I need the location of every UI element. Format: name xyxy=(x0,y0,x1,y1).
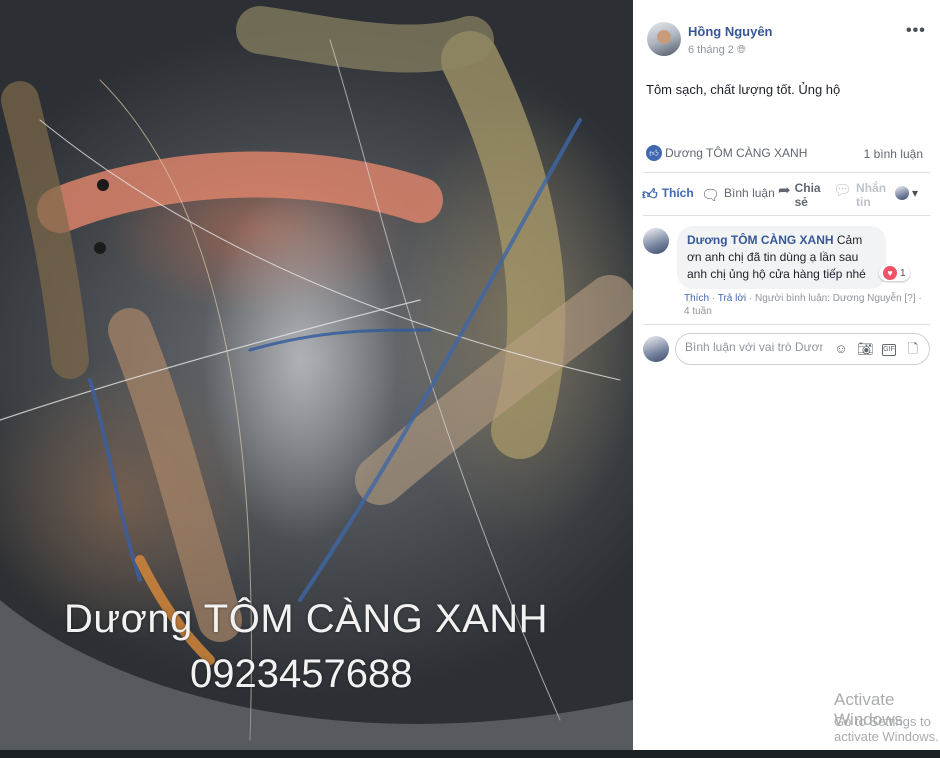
separator-dot: · xyxy=(709,293,718,304)
thumbs-up-icon: 👍︎ xyxy=(642,186,658,203)
comment-composer[interactable]: ☺ 📷︎ GIF 🗋 xyxy=(675,333,930,365)
comment-label: Bình luận xyxy=(724,186,775,200)
sticker-icon[interactable]: 🗋 xyxy=(905,341,921,357)
reaction-summary[interactable]: 👍︎ Dương TÔM CÀNG XANH xyxy=(646,145,807,161)
camera-icon[interactable]: 📷︎ xyxy=(857,341,874,357)
divider xyxy=(643,324,930,325)
comment-input[interactable] xyxy=(685,340,823,354)
commenter-avatar[interactable] xyxy=(643,228,669,254)
heart-icon: ♥ xyxy=(883,266,897,280)
author-avatar[interactable] xyxy=(647,22,681,56)
composer-avatar xyxy=(643,336,669,362)
post-photo[interactable]: Dương TÔM CÀNG XANH 0923457688 xyxy=(0,0,633,750)
commenter-info: Người bình luận: Dương Nguyễn xyxy=(755,293,902,304)
emoji-icon[interactable]: ☺ xyxy=(833,341,849,357)
help-link[interactable]: [?] xyxy=(902,293,915,304)
gif-icon[interactable]: GIF xyxy=(882,344,896,356)
watermark-shop-name: Dương TÔM CÀNG XANH xyxy=(64,597,549,641)
like-label: Thích xyxy=(661,186,694,200)
message-label-1: Nhắn xyxy=(856,181,887,195)
liked-by-text[interactable]: Dương TÔM CÀNG XANH xyxy=(665,146,807,160)
message-button[interactable]: 💬︎ Nhắn tin xyxy=(833,181,886,209)
page-selector-dropdown[interactable]: ▾ xyxy=(895,186,918,200)
chevron-down-icon: ▾ xyxy=(912,186,919,200)
post-author-name[interactable]: Hồng Nguyên xyxy=(688,24,773,39)
page-avatar-icon xyxy=(895,186,909,200)
speech-bubble-icon: 🗨︎ xyxy=(701,187,721,204)
activate-windows-subtitle: Go to Settings to activate Windows. xyxy=(834,714,939,744)
post-time[interactable]: 6 tháng 2 xyxy=(688,44,734,56)
like-button[interactable]: 👍︎ Thích xyxy=(642,186,694,204)
comment-button[interactable]: 🗨︎ Bình luận xyxy=(701,186,775,204)
thumbs-up-icon: 👍︎ xyxy=(646,145,662,161)
share-button[interactable]: ➦ Chia sẻ xyxy=(778,181,821,209)
globe-icon: 🌐︎ xyxy=(737,44,746,56)
share-label-1: Chia xyxy=(794,181,821,195)
comment-author[interactable]: Dương TÔM CÀNG XANH xyxy=(687,233,834,247)
separator-dot: · xyxy=(746,293,756,304)
share-label-2: sẻ xyxy=(794,195,808,209)
watermark-phone: 0923457688 xyxy=(190,652,413,696)
comment-count[interactable]: 1 bình luận xyxy=(864,147,923,161)
divider xyxy=(643,215,930,216)
comment-bubble: Dương TÔM CÀNG XANH Cảm ơn anh chị đã ti… xyxy=(677,226,886,289)
comment-reply-link[interactable]: Trả lời xyxy=(718,293,746,304)
divider xyxy=(643,172,930,173)
comment-reaction-badge[interactable]: ♥ 1 xyxy=(879,265,910,281)
bottom-bar xyxy=(0,750,940,758)
share-arrow-icon: ➦ xyxy=(778,182,791,199)
reaction-count: 1 xyxy=(900,267,906,279)
comment-meta: Thích · Trả lời · Người bình luận: Dương… xyxy=(684,292,929,318)
message-label-2: tin xyxy=(856,195,871,209)
message-bubble-icon: 💬︎ xyxy=(833,182,853,199)
more-options-button[interactable]: ••• xyxy=(906,22,926,40)
post-side-panel: Hồng Nguyên 6 tháng 2 🌐︎ ••• Tôm sạch, c… xyxy=(633,0,940,750)
post-text: Tôm sạch, chất lượng tốt. Ủng hộ xyxy=(646,82,841,97)
comment-like-link[interactable]: Thích xyxy=(684,293,709,304)
